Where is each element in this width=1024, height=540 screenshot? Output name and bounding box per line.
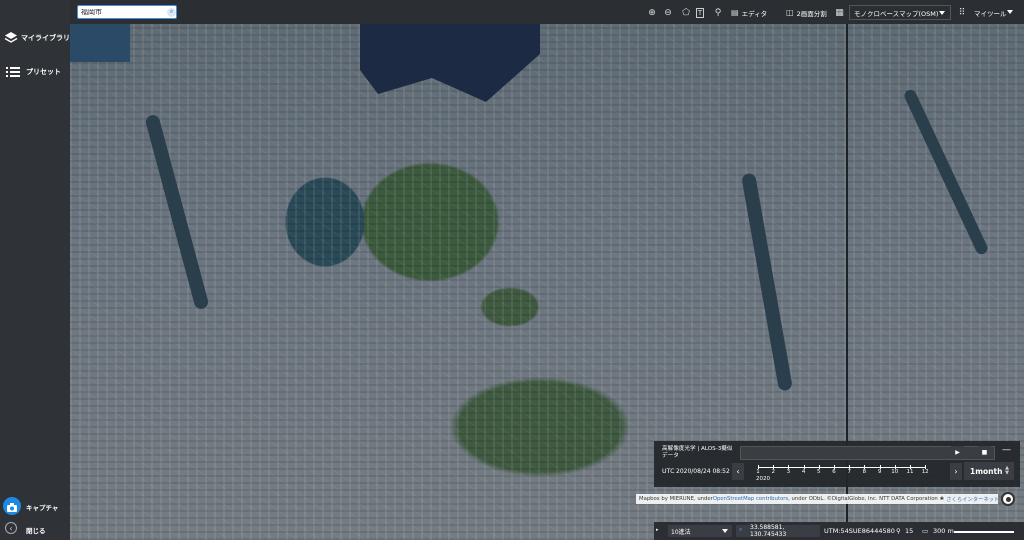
sakura-link[interactable]: さくらインターネット [946,495,998,503]
layers-icon [0,31,21,45]
my-tools-select[interactable]: マイツール [970,5,1018,20]
river [144,113,210,311]
status-bar: ▸ 10進法 ⌕ 33.588581, 130.745433 UTM:54SUE… [654,522,1024,540]
editor-button[interactable]: ▤ エディタ [731,5,775,20]
dataset-title: 高解像度光学 | ALOS-3擬似データ [662,446,733,459]
month-label[interactable]: 3 [787,469,791,475]
text-box-icon: T [695,7,705,18]
map-pin-icon: ⚲ [714,7,722,18]
close-label: 閉じる [26,527,46,535]
sidebar-item-label: マイライブラリ [21,34,70,42]
month-label[interactable]: 4 [802,469,806,475]
text-tool-button[interactable]: T [694,5,706,20]
search-icon: ⌕ [739,526,743,533]
timeline-track [758,467,926,468]
stop-button[interactable]: ■ [978,446,991,459]
coordinates-display[interactable]: ⌕ 33.588581, 130.745433 [736,524,820,538]
split-screen-icon: ◫ [786,8,794,17]
scale-value: 300 m [933,527,954,535]
grid-icon: ▦ [835,7,844,18]
minimize-button[interactable]: — [1000,443,1013,456]
chevron-down-icon [722,529,728,533]
minus-icon: — [1002,444,1011,455]
apps-grid-icon: ⠿ [958,7,966,18]
search-icon[interactable]: ⌕ [167,7,176,17]
list-icon [0,66,26,78]
polygon-tool-button[interactable]: ⬠ [680,5,692,20]
target-icon [1005,496,1011,502]
scale-bar [954,531,1014,533]
month-label[interactable]: 2 [771,469,775,475]
month-label[interactable]: 11 [907,469,914,475]
zoom-in-button[interactable]: ⊕ [646,5,658,20]
prev-period-button[interactable]: ‹ [732,463,744,480]
search-box[interactable]: ⌕ [77,5,177,19]
current-date: 2020/08/24 08:52 [676,468,730,475]
zoom-in-icon: ⊕ [648,7,656,18]
attribution-bar: Mapbox by MIERUNE, under OpenStreetMap c… [636,494,998,504]
coord-format-select[interactable]: 10進法 [668,525,732,537]
collapse-status-icon[interactable]: ▸ [656,527,659,533]
zoom-icon: ⚲ [896,527,901,535]
month-label[interactable]: 9 [878,469,882,475]
sidebar-item-my-library[interactable]: マイライブラリ [0,24,70,52]
collapse-sidebar-button[interactable]: ‹ [5,522,17,534]
next-period-button[interactable]: › [950,463,962,480]
ruler-icon: ▭ [922,527,929,535]
month-scale[interactable]: 2020 1 2 3 4 5 6 7 8 9 10 11 12 [750,462,940,482]
chevron-down-icon [939,11,945,15]
sidebar-item-presets[interactable]: プリセット [0,58,70,86]
period-select[interactable]: 1month ▲ ▼ [964,462,1014,480]
month-label[interactable]: 6 [832,469,836,475]
bay-water [70,22,130,62]
month-label[interactable]: 10 [891,469,898,475]
month-label[interactable]: 12 [922,469,929,475]
river [902,87,990,257]
zoom-level: 15 [905,527,914,535]
camera-icon [7,497,17,516]
chevron-left-icon: ‹ [736,467,740,476]
capture-label: キャプチャ [26,504,59,512]
zoom-out-button[interactable]: ⊖ [662,5,674,20]
sakura-icon: ❀ [939,496,945,502]
editor-icon: ▤ [731,8,739,17]
search-input[interactable] [81,8,165,16]
zoom-out-icon: ⊖ [664,7,672,18]
month-label[interactable]: 1 [756,469,760,475]
pentagon-icon: ⬠ [682,7,690,18]
capture-button[interactable] [3,497,21,515]
sidebar-item-label: プリセット [26,68,61,76]
apps-button[interactable]: ⠿ [956,5,968,20]
month-label[interactable]: 7 [847,469,851,475]
stepper-icon: ▲ ▼ [1005,465,1009,476]
stop-icon: ■ [981,449,988,456]
locate-button[interactable] [1001,492,1015,506]
osm-link[interactable]: OpenStreetMap contributors [713,496,788,502]
chevron-down-icon [1007,10,1013,14]
month-label[interactable]: 5 [817,469,821,475]
utc-label: UTC [662,468,675,475]
basemap-select[interactable]: モノクロベースマップ(OSM) [849,5,951,20]
play-button[interactable]: ▶ [951,446,964,459]
utm-display: UTM:54SUE86444580 [824,527,895,535]
sidebar: マイライブラリ プリセット キャプチャ ‹ 閉じる [0,0,70,540]
basemap-grid-button[interactable]: ▦ [833,5,846,20]
split-screen-button[interactable]: ◫ 2画面分割 [786,5,832,20]
time-slider-panel: 高解像度光学 | ALOS-3擬似データ ▶ ■ — UTC 2020/08/2… [654,441,1020,487]
chevron-left-icon: ‹ [9,523,13,533]
year-label: 2020 [756,476,770,482]
pin-tool-button[interactable]: ⚲ [712,5,724,20]
harbor-water [360,22,540,102]
chevron-right-icon: › [954,467,958,476]
river [741,172,793,392]
month-label[interactable]: 8 [863,469,867,475]
play-icon: ▶ [955,449,960,456]
